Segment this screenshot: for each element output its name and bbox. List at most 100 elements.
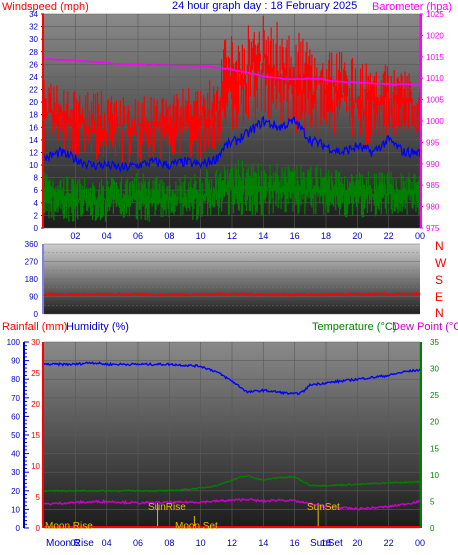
climate-x-tick-label: 16	[290, 538, 300, 548]
wind-tick-label: 18	[29, 111, 38, 120]
wind-x-tick-label: 18	[321, 231, 331, 241]
direction-tick-label: 90	[29, 293, 38, 302]
compass-n-bottom: N	[435, 306, 444, 320]
humidity-tick-label: 0	[16, 524, 21, 533]
temp-tick-label: 0	[430, 524, 435, 533]
climate-x-tick-label: 00	[415, 538, 425, 548]
baro-tick-label: 1000	[426, 117, 444, 126]
temp-tick-label: 15	[430, 444, 439, 453]
rain-tick-label: 30	[31, 338, 40, 347]
humidity-tick-label: 60	[11, 412, 20, 421]
wind-tick-label: 30	[29, 35, 38, 44]
climate-x-tick-label: 10	[196, 538, 206, 548]
humidity-tick-label: 10	[11, 505, 20, 514]
temp-tick-label: 20	[430, 418, 439, 427]
compass-n-top: N	[435, 239, 444, 253]
sunrise-label: SunRise	[148, 502, 186, 513]
wind-x-tick-label: 12	[227, 231, 237, 241]
temp-tick-label: 25	[430, 391, 439, 400]
wind-x-tick-label: 14	[258, 231, 268, 241]
humidity-tick-label: 30	[11, 468, 20, 477]
wind-x-tick-label: 02	[70, 231, 80, 241]
wind-tick-label: 22	[29, 86, 38, 95]
rainfall-axis-label: Rainfall (mm)	[2, 321, 67, 333]
humidity-tick-label: 100	[7, 338, 21, 347]
rain-tick-label: 25	[31, 369, 40, 378]
temp-tick-label: 30	[430, 365, 439, 374]
temperature-axis-label: Temperature (°C)	[312, 321, 396, 333]
wind-tick-label: 6	[34, 186, 39, 195]
temp-tick-label: 35	[430, 338, 439, 347]
wind-tick-label: 16	[29, 123, 38, 132]
wind-tick-label: 10	[29, 161, 38, 170]
compass-labels: N W S E N	[435, 239, 447, 320]
wind-tick-label: 32	[29, 23, 38, 32]
climate-x-tick-label: 06	[133, 538, 143, 548]
weather-graph: 0246810121416182022242628303234975980985…	[2, 0, 458, 549]
chart-title: 24 hour graph day : 18 February 2025	[172, 0, 357, 12]
rain-tick-label: 10	[31, 462, 40, 471]
moonset-label: Moon Set	[175, 521, 218, 532]
wind-tick-label: 24	[29, 73, 38, 82]
direction-tick-label: 270	[25, 258, 39, 267]
wind-x-tick-label: 04	[102, 231, 112, 241]
dewpoint-axis-label: Dew Point (°C)	[392, 321, 458, 333]
humidity-tick-label: 40	[11, 450, 20, 459]
moonrise-bottom-label: Moon Rise	[46, 538, 94, 549]
rain-tick-label: 20	[31, 400, 40, 409]
rain-tick-label: 0	[36, 524, 41, 533]
compass-w: W	[435, 256, 447, 270]
compass-e: E	[435, 290, 443, 304]
climate-x-tick-label: 12	[227, 538, 237, 548]
wind-x-tick-label: 10	[196, 231, 206, 241]
humidity-tick-label: 90	[11, 357, 20, 366]
wind-tick-label: 4	[34, 199, 39, 208]
baro-tick-label: 975	[426, 224, 440, 233]
wind-x-tick-label: 20	[352, 231, 362, 241]
direction-axes: 0 90 180 270 360	[25, 240, 44, 319]
direction-tick-label: 360	[25, 240, 39, 249]
sunset-label: SunSet	[307, 502, 340, 513]
moonrise-inner-label: Moon Rise	[45, 521, 93, 532]
baro-tick-label: 1020	[426, 31, 444, 40]
wind-x-tick-label: 22	[384, 231, 394, 241]
wind-tick-label: 28	[29, 48, 38, 57]
wind-x-tick-label: 00	[415, 231, 425, 241]
rain-tick-label: 15	[31, 431, 40, 440]
baro-tick-label: 985	[426, 181, 440, 190]
baro-tick-label: 980	[426, 203, 440, 212]
climate-x-tick-label: 20	[352, 538, 362, 548]
humidity-axis-label: Humidity (%)	[66, 321, 129, 333]
barometer-axis-label: Barometer (hpa)	[372, 1, 452, 13]
compass-s: S	[435, 273, 443, 287]
wind-tick-label: 14	[29, 136, 38, 145]
baro-tick-label: 995	[426, 138, 440, 147]
wind-tick-label: 8	[34, 174, 39, 183]
wind-tick-label: 12	[29, 148, 38, 157]
rain-tick-label: 5	[36, 493, 41, 502]
windspeed-axis-label: Windspeed (mph)	[2, 1, 89, 13]
direction-tick-label: 180	[25, 275, 39, 284]
wind-tick-label: 26	[29, 60, 38, 69]
humidity-tick-label: 80	[11, 375, 20, 384]
wind-x-tick-label: 16	[290, 231, 300, 241]
climate-x-tick-label: 08	[164, 538, 174, 548]
humidity-tick-label: 20	[11, 487, 20, 496]
temp-tick-label: 10	[430, 471, 439, 480]
direction-tick-label: 0	[34, 310, 39, 319]
baro-tick-label: 1010	[426, 74, 444, 83]
wind-tick-label: 20	[29, 98, 38, 107]
baro-tick-label: 990	[426, 160, 440, 169]
climate-x-tick-label: 04	[102, 538, 112, 548]
wind-x-tick-label: 08	[164, 231, 174, 241]
wind-x-tick-label: 06	[133, 231, 143, 241]
humidity-tick-label: 70	[11, 394, 20, 403]
climate-x-tick-label: 14	[258, 538, 268, 548]
sunset-bottom-label: SunSet	[310, 538, 343, 549]
climate-x-tick-label: 22	[384, 538, 394, 548]
temp-tick-label: 5	[430, 497, 435, 506]
baro-tick-label: 1015	[426, 53, 444, 62]
wind-tick-label: 2	[34, 211, 39, 220]
baro-tick-label: 1005	[426, 96, 444, 105]
wind-tick-label: 0	[34, 224, 39, 233]
